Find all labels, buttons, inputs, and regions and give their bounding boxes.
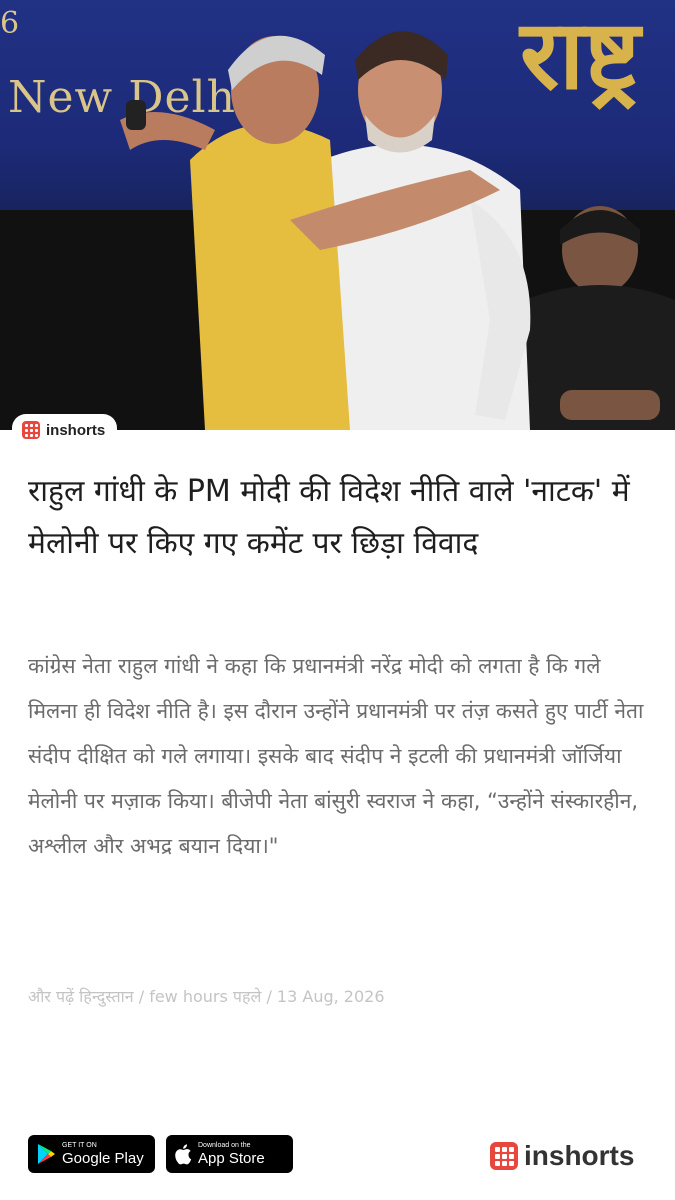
google-play-small-label: GET IT ON xyxy=(62,1142,97,1149)
article-time: few hours पहले xyxy=(149,987,262,1006)
read-more-link[interactable]: और पढ़ें हिन्दुस्तान xyxy=(28,987,134,1006)
meta-separator: / xyxy=(261,987,277,1006)
article-meta: और पढ़ें हिन्दुस्तान / few hours पहले / … xyxy=(28,985,385,1007)
google-play-button[interactable]: GET IT ON Google Play xyxy=(28,1135,155,1173)
inshorts-logo-icon xyxy=(490,1142,518,1170)
footer-brand-name: inshorts xyxy=(524,1140,635,1171)
apple-icon xyxy=(175,1144,192,1165)
article-date: 13 Aug, 2026 xyxy=(276,987,385,1006)
footer-brand-logo: inshorts xyxy=(490,1140,634,1172)
app-store-label: App Store xyxy=(198,1150,265,1167)
article-photo: 6 New Delh राष्ट्र xyxy=(0,0,675,430)
meta-separator: / xyxy=(133,987,150,1006)
app-store-small-label: Download on the xyxy=(198,1142,251,1149)
google-play-label: Google Play xyxy=(62,1150,144,1167)
source-badge: inshorts xyxy=(12,414,118,446)
article-body: कांग्रेस नेता राहुल गांधी ने कहा कि प्रध… xyxy=(28,654,644,858)
inshorts-logo-icon xyxy=(22,421,40,439)
people-illustration xyxy=(0,31,675,430)
google-play-icon xyxy=(38,1144,55,1164)
app-store-button[interactable]: Download on the App Store xyxy=(166,1135,293,1173)
badge-label: inshorts xyxy=(46,421,106,439)
article-headline: राहुल गांधी के PM मोदी की विदेश नीति वाल… xyxy=(28,474,630,561)
